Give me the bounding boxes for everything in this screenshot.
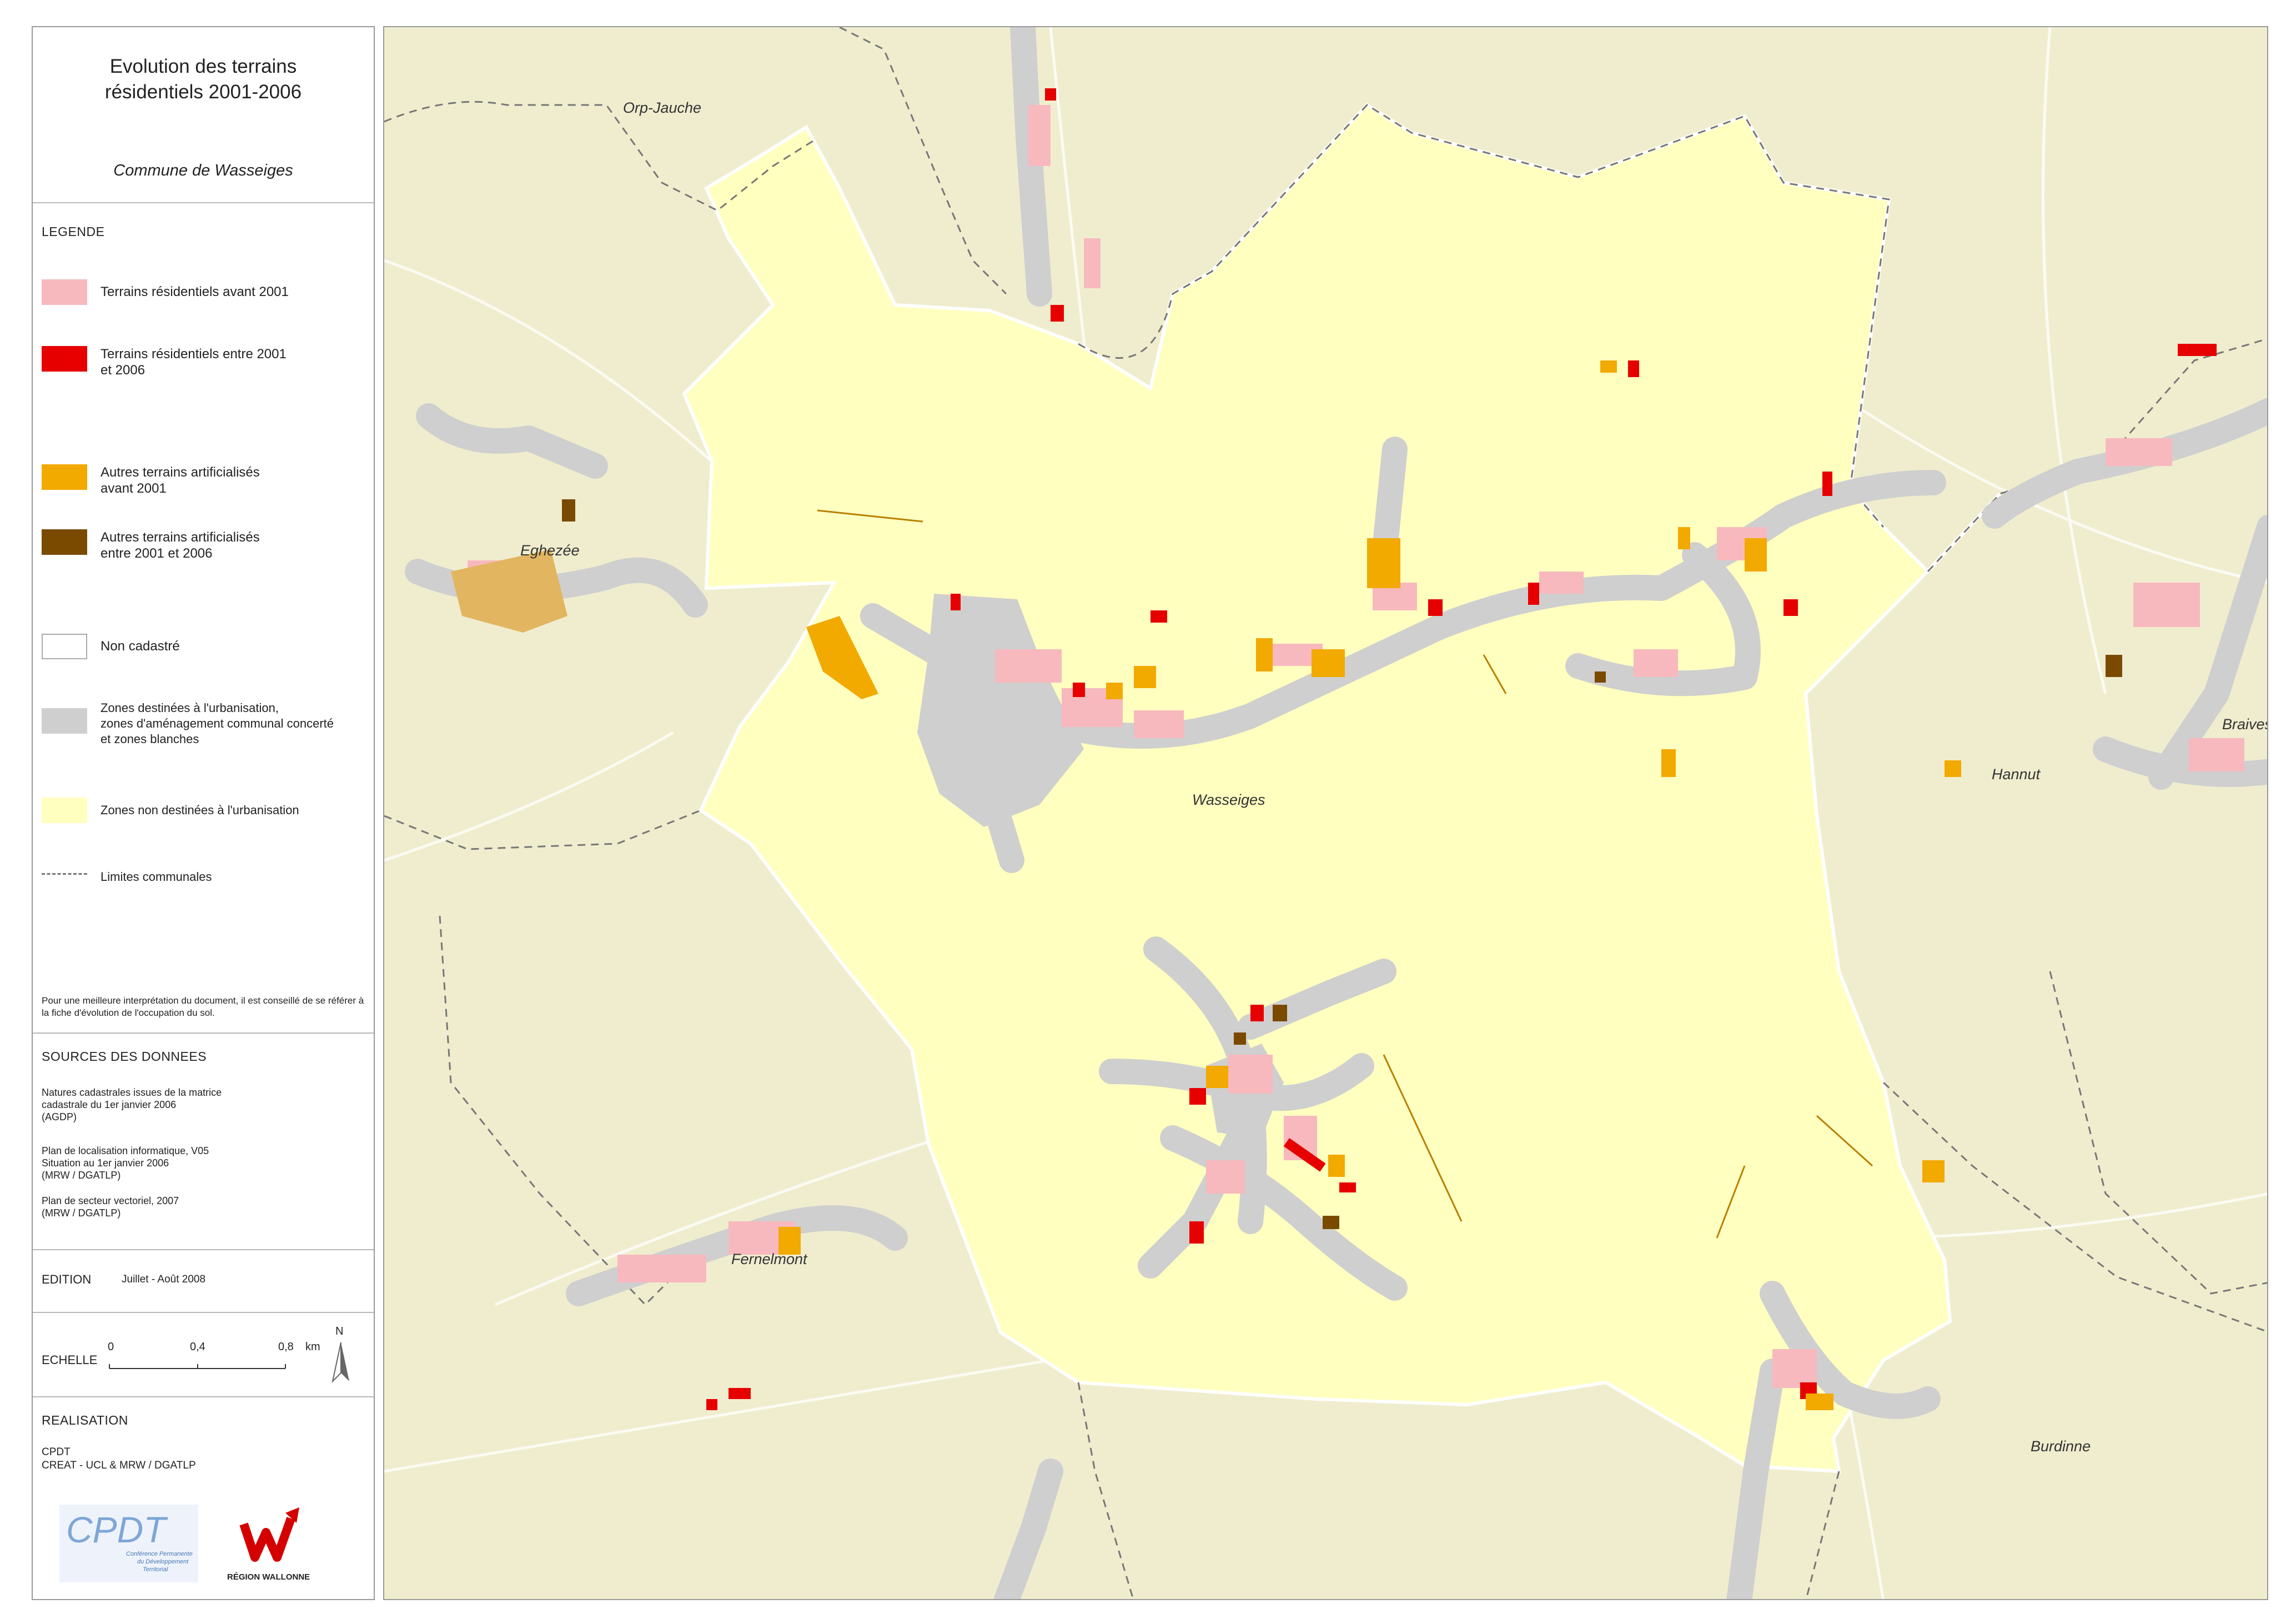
scale-bar [109, 1364, 286, 1369]
edition-value: Juillet - Août 2008 [122, 1274, 206, 1285]
legend-swatch [42, 798, 87, 823]
place-label-fernelmont: Fernelmont [731, 1251, 807, 1267]
map-title: Evolution des terrains résidentiels 2001… [104, 56, 302, 103]
legend-swatch [42, 346, 87, 372]
legend-swatch [42, 529, 87, 555]
cpdt-logo-text: CPDT [66, 1509, 168, 1550]
realisation-line: CREAT - UCL & MRW / DGATLP [42, 1460, 196, 1471]
legend-item-non-urban-zones: Zones non destinées à l'urbanisation [42, 798, 299, 823]
source-entry: Plan de localisation informatique, V05 S… [42, 1145, 209, 1181]
map-subtitle: Commune de Wasseiges [113, 162, 293, 179]
legend-swatch [42, 708, 87, 734]
legend-item-artificial-before-2001: Autres terrains artificialisés avant 200… [42, 464, 260, 497]
scale-tick: 0,4 [190, 1341, 205, 1353]
svg-text:du Développement: du Développement [137, 1558, 189, 1565]
legend-swatch [42, 464, 87, 490]
legend-label: Limites communales [101, 870, 212, 884]
legend-item-urban-zones: Zones destinées à l'urbanisation, zones … [42, 700, 334, 747]
place-label-orp-jauche: Orp-Jauche [623, 99, 702, 116]
legend-item-residential-2001-2006: Terrains résidentiels entre 2001 et 2006 [42, 346, 287, 378]
source-entry: Plan de secteur vectoriel, 2007 (MRW / D… [42, 1195, 179, 1219]
legend-panel: Evolution des terrains résidentiels 2001… [32, 26, 375, 1600]
place-label-eghezee: Eghezée [520, 542, 580, 559]
edition-label: EDITION [42, 1272, 92, 1286]
realisation-section: REALISATION CPDT CREAT - UCL & MRW / DGA… [33, 1396, 374, 1471]
realisation-line: CPDT [42, 1446, 71, 1458]
north-arrow-icon [331, 1342, 349, 1384]
map-canvas[interactable]: Orp-Jauche Eghezée Wasseiges Hannut Brai… [383, 26, 2268, 1600]
legend-label: Zones destinées à l'urbanisation, zones … [101, 701, 334, 746]
svg-text:Territorial: Territorial [143, 1566, 168, 1573]
place-label-hannut: Hannut [1992, 766, 2041, 783]
scale-label: ECHELLE [42, 1353, 98, 1367]
place-label-wasseiges: Wasseiges [1192, 791, 1265, 808]
legend-label: Autres terrains artificialisés entre 200… [101, 530, 260, 561]
scale-section: ECHELLE 0 0,4 0,8 km N [33, 1312, 374, 1384]
edition-section: EDITION Juillet - Août 2008 [33, 1249, 374, 1286]
place-label-braives: Braives [2222, 716, 2268, 733]
realisation-heading: REALISATION [42, 1413, 128, 1427]
legend-label: Autres terrains artificialisés avant 200… [101, 465, 260, 496]
rw-logo-text: RÉGION WALLONNE [227, 1572, 310, 1582]
legend-swatch [42, 634, 87, 659]
scale-unit: km [305, 1341, 320, 1353]
scale-tick: 0 [108, 1341, 114, 1353]
legend-label: Terrains résidentiels entre 2001 et 2006 [101, 347, 287, 378]
legend-item-artificial-2001-2006: Autres terrains artificialisés entre 200… [42, 529, 260, 562]
legend-item-non-cadastre: Non cadastré [42, 634, 180, 659]
legend-label: Zones non destinées à l'urbanisation [101, 803, 299, 817]
source-entry: Natures cadastrales issues de la matrice… [42, 1087, 222, 1122]
place-label-burdinne: Burdinne [2031, 1438, 2091, 1455]
cpdt-logo-tagline: Conférence Permanente [126, 1551, 193, 1557]
legend-heading: LEGENDE [42, 224, 105, 239]
sources-section: SOURCES DES DONNEES Natures cadastrales … [33, 1032, 374, 1219]
map-drawing [384, 27, 2267, 1599]
legend-section: LEGENDE Terrains résidentiels avant 2001… [33, 202, 374, 1018]
north-label: N [335, 1325, 344, 1337]
legend-swatch [42, 279, 87, 305]
cpdt-logo: CPDT Conférence Permanente du Développem… [59, 1505, 198, 1582]
sources-heading: SOURCES DES DONNEES [42, 1049, 207, 1064]
scale-tick: 0,8 [278, 1341, 294, 1353]
legend-item-communal-limits: Limites communales [42, 869, 212, 885]
legend-label: Non cadastré [101, 639, 180, 654]
legend-swatch [42, 873, 87, 875]
legend-note: Pour une meilleure interprétation du doc… [42, 995, 364, 1018]
legend-label: Terrains résidentiels avant 2001 [101, 284, 289, 299]
legend-item-residential-before-2001: Terrains résidentiels avant 2001 [42, 279, 289, 305]
region-wallonne-logo: RÉGION WALLONNE [222, 1502, 321, 1585]
